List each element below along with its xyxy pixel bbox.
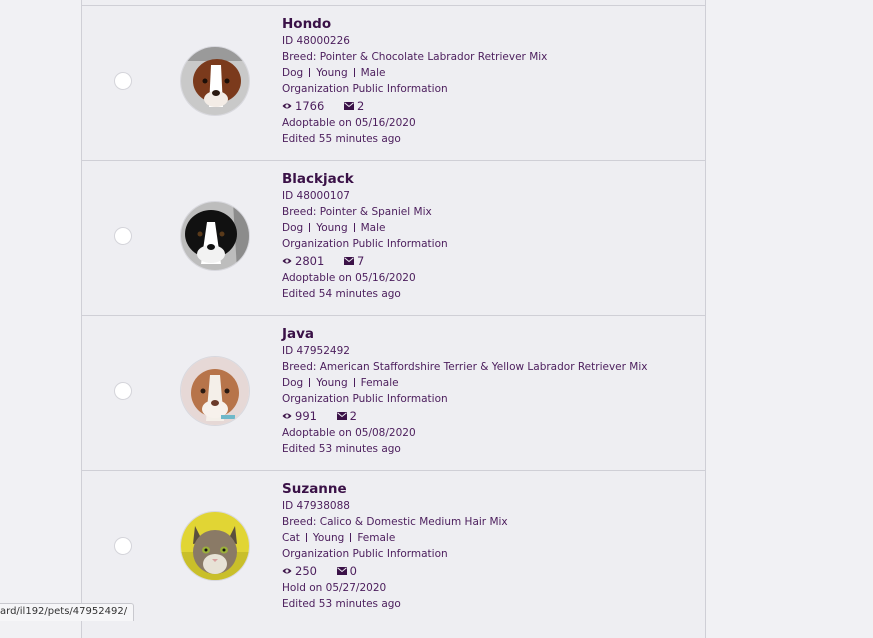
org-public-info: Organization Public Information (282, 238, 448, 250)
pet-name[interactable]: Java (282, 325, 692, 343)
pet-gender: Female (360, 377, 399, 389)
pet-status: Hold on 05/27/2020 (282, 582, 387, 594)
pet-attributes: Dog Young Male (282, 220, 692, 236)
pet-name[interactable]: Blackjack (282, 170, 692, 188)
pet-photo[interactable] (181, 512, 249, 580)
edited-time: Edited 53 minutes ago (282, 598, 401, 610)
envelope-icon (343, 257, 354, 265)
messages-count: 0 (336, 562, 357, 580)
pet-status: Adoptable on 05/08/2020 (282, 427, 416, 439)
edited-time: Edited 55 minutes ago (282, 133, 401, 145)
pet-breed: Breed: Pointer & Spaniel Mix (282, 206, 432, 218)
messages-count: 2 (336, 407, 357, 425)
envelope-icon (336, 412, 347, 420)
pet-age: Young (312, 532, 345, 544)
eye-icon (282, 568, 292, 574)
pet-info: Blackjack ID 48000107 Breed: Pointer & S… (282, 170, 692, 302)
divider (353, 223, 355, 232)
pet-species: Dog (282, 67, 304, 79)
pet-attributes: Dog Young Male (282, 65, 692, 81)
pet-info: Hondo ID 48000226 Breed: Pointer & Choco… (282, 15, 692, 147)
select-radio[interactable] (114, 227, 132, 245)
messages-count: 2 (343, 97, 364, 115)
pet-species: Dog (282, 377, 304, 389)
eye-icon (282, 413, 292, 419)
divider (353, 68, 355, 77)
eye-icon (282, 258, 292, 264)
pet-name[interactable]: Hondo (282, 15, 692, 33)
list-item[interactable]: Blackjack ID 48000107 Breed: Pointer & S… (82, 160, 705, 315)
pet-species: Dog (282, 222, 304, 234)
pet-info: Java ID 47952492 Breed: American Staffor… (282, 325, 692, 457)
edited-time: Edited 54 minutes ago (282, 288, 401, 300)
pet-gender: Male (360, 67, 386, 79)
pet-breed: Breed: Calico & Domestic Medium Hair Mix (282, 516, 508, 528)
pet-breed: Breed: American Staffordshire Terrier & … (282, 361, 648, 373)
list-item[interactable]: Suzanne ID 47938088 Breed: Calico & Dome… (82, 470, 705, 625)
messages-count: 7 (343, 252, 364, 270)
pet-photo[interactable] (181, 357, 249, 425)
pet-attributes: Cat Young Female (282, 530, 692, 546)
divider (309, 378, 311, 387)
envelope-icon (343, 102, 354, 110)
pet-age: Young (316, 222, 348, 234)
pet-status: Adoptable on 05/16/2020 (282, 272, 416, 284)
divider (305, 533, 307, 542)
pet-stats: 1766 2 (282, 97, 692, 115)
pet-gender: Female (357, 532, 396, 544)
views-count: 1766 (282, 97, 324, 115)
divider (309, 223, 311, 232)
eye-icon (282, 103, 292, 109)
envelope-icon (336, 567, 347, 575)
pet-stats: 991 2 (282, 407, 692, 425)
pet-attributes: Dog Young Female (282, 375, 692, 391)
views-count: 991 (282, 407, 317, 425)
divider (309, 68, 311, 77)
edited-time: Edited 53 minutes ago (282, 443, 401, 455)
pet-id: ID 48000226 (282, 35, 350, 47)
pet-id: ID 48000107 (282, 190, 350, 202)
pet-age: Young (316, 67, 348, 79)
list-item[interactable]: Java ID 47952492 Breed: American Staffor… (82, 315, 705, 470)
pet-id: ID 47938088 (282, 500, 350, 512)
org-public-info: Organization Public Information (282, 83, 448, 95)
pet-list: Hondo ID 48000226 Breed: Pointer & Choco… (81, 0, 706, 638)
pet-age: Young (316, 377, 348, 389)
pet-info: Suzanne ID 47938088 Breed: Calico & Dome… (282, 480, 692, 612)
select-radio[interactable] (114, 72, 132, 90)
pet-stats: 2801 7 (282, 252, 692, 270)
browser-status-url: ard/il192/pets/47952492/ (0, 603, 135, 621)
divider (353, 378, 355, 387)
pet-name[interactable]: Suzanne (282, 480, 692, 498)
pet-species: Cat (282, 532, 300, 544)
pet-status: Adoptable on 05/16/2020 (282, 117, 416, 129)
divider (350, 533, 352, 542)
views-count: 250 (282, 562, 317, 580)
list-item[interactable]: Hondo ID 48000226 Breed: Pointer & Choco… (82, 5, 705, 160)
pet-photo[interactable] (181, 202, 249, 270)
select-radio[interactable] (114, 382, 132, 400)
pet-id: ID 47952492 (282, 345, 350, 357)
pet-photo[interactable] (181, 47, 249, 115)
select-radio[interactable] (114, 537, 132, 555)
pet-breed: Breed: Pointer & Chocolate Labrador Retr… (282, 51, 548, 63)
views-count: 2801 (282, 252, 324, 270)
pet-stats: 250 0 (282, 562, 692, 580)
org-public-info: Organization Public Information (282, 393, 448, 405)
org-public-info: Organization Public Information (282, 548, 448, 560)
pet-gender: Male (360, 222, 386, 234)
